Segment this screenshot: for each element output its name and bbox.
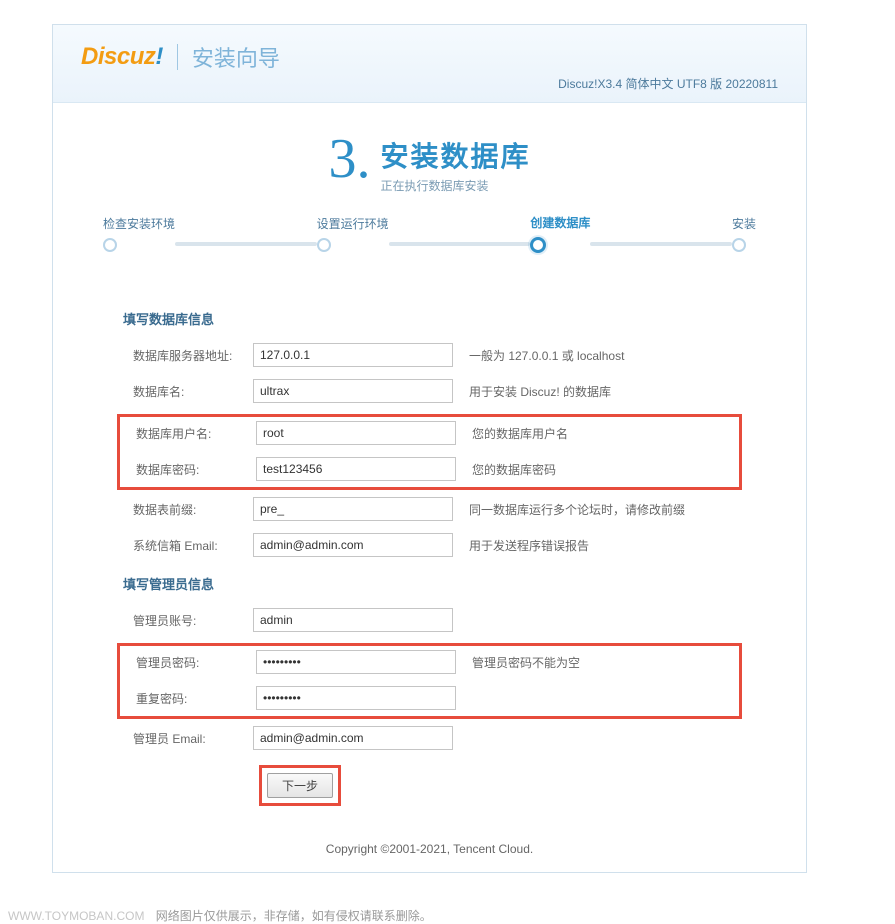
input-db-name[interactable] (253, 379, 453, 403)
progress-dot-icon (103, 238, 117, 252)
progress-step-install: 安装 (732, 215, 756, 252)
input-admin-pass[interactable] (256, 650, 456, 674)
version-text: Discuz!X3.4 简体中文 UTF8 版 20220811 (81, 75, 778, 98)
hint-db-name: 用于安装 Discuz! 的数据库 (469, 383, 611, 400)
progress-label: 设置运行环境 (317, 215, 389, 232)
hint-db-pass: 您的数据库密码 (472, 461, 556, 478)
progress-bar: 检查安装环境 设置运行环境 创建数据库 安装 (53, 206, 806, 273)
row-sysmail: 系统信箱 Email: 用于发送程序错误报告 (123, 532, 736, 558)
header-top: Discuz! 安装向导 (81, 41, 778, 73)
input-admin-email[interactable] (253, 726, 453, 750)
row-db-prefix: 数据表前缀: 同一数据库运行多个论坛时，请修改前缀 (123, 496, 736, 522)
progress-line (389, 242, 531, 246)
highlight-db-credentials: 数据库用户名: 您的数据库用户名 数据库密码: 您的数据库密码 (117, 414, 742, 490)
header-divider (177, 44, 178, 70)
progress-step-check-env: 检查安装环境 (103, 215, 175, 252)
label-db-name: 数据库名: (123, 383, 253, 400)
progress-label: 创建数据库 (530, 214, 590, 231)
input-db-host[interactable] (253, 343, 453, 367)
label-admin-user: 管理员账号: (123, 612, 253, 629)
logo: Discuz! (81, 43, 163, 71)
wizard-title: 安装向导 (192, 41, 280, 73)
logo-text: Discuz (81, 43, 155, 70)
hint-db-host: 一般为 127.0.0.1 或 localhost (469, 347, 624, 364)
progress-label: 检查安装环境 (103, 215, 175, 232)
input-db-pass[interactable] (256, 457, 456, 481)
label-admin-pass: 管理员密码: (126, 654, 256, 671)
header: Discuz! 安装向导 Discuz!X3.4 简体中文 UTF8 版 202… (53, 25, 806, 103)
progress-step-set-env: 设置运行环境 (317, 215, 389, 252)
progress-dot-icon (317, 238, 331, 252)
row-db-pass: 数据库密码: 您的数据库密码 (120, 456, 739, 482)
step-title: 安装数据库 (380, 135, 530, 175)
hint-db-prefix: 同一数据库运行多个论坛时，请修改前缀 (469, 501, 685, 518)
row-admin-email: 管理员 Email: (123, 725, 736, 751)
progress-label: 安装 (732, 215, 756, 232)
row-db-host: 数据库服务器地址: 一般为 127.0.0.1 或 localhost (123, 342, 736, 368)
watermark-text: 网络图片仅供展示，非存储，如有侵权请联系删除。 (156, 909, 432, 923)
progress-dot-active-icon (530, 237, 546, 253)
progress-dot-icon (732, 238, 746, 252)
logo-exclamation: ! (155, 43, 163, 70)
install-wizard-container: Discuz! 安装向导 Discuz!X3.4 简体中文 UTF8 版 202… (52, 24, 807, 873)
step-subtitle: 正在执行数据库安装 (380, 177, 530, 194)
label-admin-email: 管理员 Email: (123, 730, 253, 747)
input-admin-user[interactable] (253, 608, 453, 632)
input-admin-pass2[interactable] (256, 686, 456, 710)
highlight-submit: 下一步 (259, 765, 341, 806)
input-sysmail[interactable] (253, 533, 453, 557)
row-admin-pass2: 重复密码: (120, 685, 739, 711)
hint-db-user: 您的数据库用户名 (472, 425, 568, 442)
label-db-pass: 数据库密码: (126, 461, 256, 478)
step-header: 3. 安装数据库 正在执行数据库安装 (53, 103, 806, 206)
submit-wrap: 下一步 (259, 765, 736, 806)
label-admin-pass2: 重复密码: (126, 690, 256, 707)
label-db-prefix: 数据表前缀: (123, 501, 253, 518)
watermark-site: WWW.TOYMOBAN.COM (8, 909, 144, 923)
next-step-button[interactable]: 下一步 (267, 773, 333, 798)
label-db-user: 数据库用户名: (126, 425, 256, 442)
progress-line (175, 242, 317, 246)
admin-section-title: 填写管理员信息 (123, 574, 736, 593)
hint-sysmail: 用于发送程序错误报告 (469, 537, 589, 554)
row-admin-pass: 管理员密码: 管理员密码不能为空 (120, 649, 739, 675)
label-db-host: 数据库服务器地址: (123, 347, 253, 364)
form-body: 填写数据库信息 数据库服务器地址: 一般为 127.0.0.1 或 localh… (53, 273, 806, 832)
input-db-prefix[interactable] (253, 497, 453, 521)
step-title-wrap: 安装数据库 正在执行数据库安装 (380, 131, 530, 194)
label-sysmail: 系统信箱 Email: (123, 537, 253, 554)
watermark: WWW.TOYMOBAN.COM 网络图片仅供展示，非存储，如有侵权请联系删除。 (8, 907, 895, 924)
highlight-admin-password: 管理员密码: 管理员密码不能为空 重复密码: (117, 643, 742, 719)
footer-copyright: Copyright ©2001-2021, Tencent Cloud. (53, 832, 806, 872)
step-number: 3. (328, 131, 370, 187)
input-db-user[interactable] (256, 421, 456, 445)
hint-admin-pass: 管理员密码不能为空 (472, 654, 580, 671)
row-db-user: 数据库用户名: 您的数据库用户名 (120, 420, 739, 446)
row-admin-user: 管理员账号: (123, 607, 736, 633)
db-section-title: 填写数据库信息 (123, 309, 736, 328)
progress-step-create-db: 创建数据库 (530, 214, 590, 253)
progress-line (590, 242, 732, 246)
row-db-name: 数据库名: 用于安装 Discuz! 的数据库 (123, 378, 736, 404)
